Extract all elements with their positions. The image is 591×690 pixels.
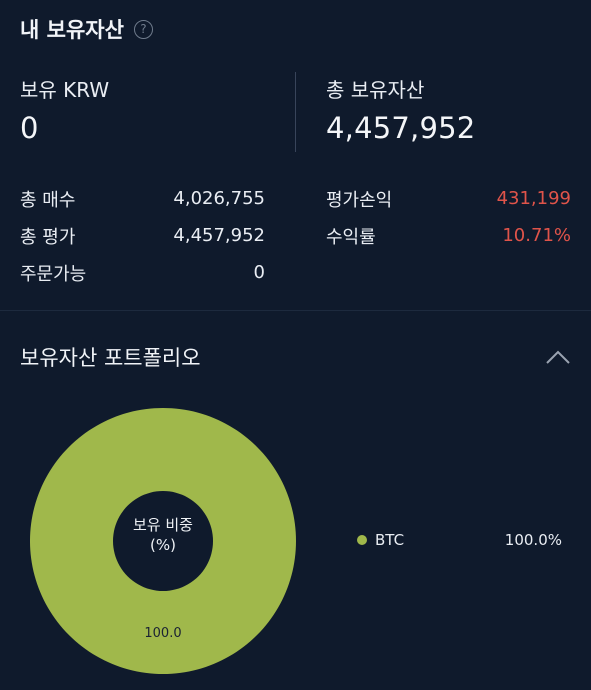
- profit-label: 평가손익: [326, 189, 393, 211]
- summary-row-return-rate: 수익률 10.71%: [326, 217, 571, 254]
- summary-row-total-buy: 총 매수 4,026,755: [20, 180, 265, 217]
- summary-left: 총 매수 4,026,755 총 평가 4,457,952 주문가능 0: [20, 180, 265, 291]
- help-icon[interactable]: ?: [133, 19, 153, 39]
- total-eval-value: 4,457,952: [173, 225, 265, 246]
- return-rate-value: 10.71%: [502, 225, 571, 246]
- page-header: 내 보유자산 ?: [20, 14, 153, 44]
- orderable-label: 주문가능: [20, 263, 87, 285]
- legend-name: BTC: [375, 531, 405, 549]
- chevron-up-icon[interactable]: [545, 349, 571, 365]
- summary-right: 평가손익 431,199 수익률 10.71%: [326, 180, 571, 254]
- legend-color-dot: [357, 535, 367, 545]
- total-assets: 총 보유자산 4,457,952: [326, 74, 475, 145]
- summary-row-total-eval: 총 평가 4,457,952: [20, 217, 265, 254]
- section-divider: [0, 310, 591, 311]
- vertical-divider: [295, 72, 296, 152]
- return-rate-label: 수익률: [326, 226, 376, 248]
- portfolio-title: 보유자산 포트폴리오: [20, 346, 201, 370]
- profit-value: 431,199: [496, 188, 571, 209]
- krw-holdings: 보유 KRW 0: [20, 74, 109, 145]
- krw-label: 보유 KRW: [20, 78, 110, 102]
- center-label-line2: (%): [150, 536, 176, 554]
- total-eval-label: 총 평가: [20, 226, 76, 248]
- total-assets-value: 4,457,952: [326, 111, 476, 145]
- summary-row-profit: 평가손익 431,199: [326, 180, 571, 217]
- total-assets-label: 총 보유자산: [326, 78, 425, 102]
- krw-value: 0: [20, 111, 39, 145]
- total-buy-value: 4,026,755: [173, 188, 265, 209]
- center-label-line1: 보유 비중: [133, 516, 193, 534]
- orderable-value: 0: [253, 262, 265, 283]
- portfolio-header[interactable]: 보유자산 포트폴리오: [20, 340, 571, 374]
- donut-center-label: 보유 비중 (%): [103, 515, 223, 555]
- legend-item-btc[interactable]: BTC 100.0%: [357, 527, 562, 553]
- page-title: 내 보유자산: [20, 18, 124, 42]
- total-buy-label: 총 매수: [20, 189, 76, 211]
- slice-label-btc: 100.0: [144, 626, 182, 641]
- legend-percent: 100.0%: [504, 531, 562, 549]
- summary-row-orderable: 주문가능 0: [20, 254, 265, 291]
